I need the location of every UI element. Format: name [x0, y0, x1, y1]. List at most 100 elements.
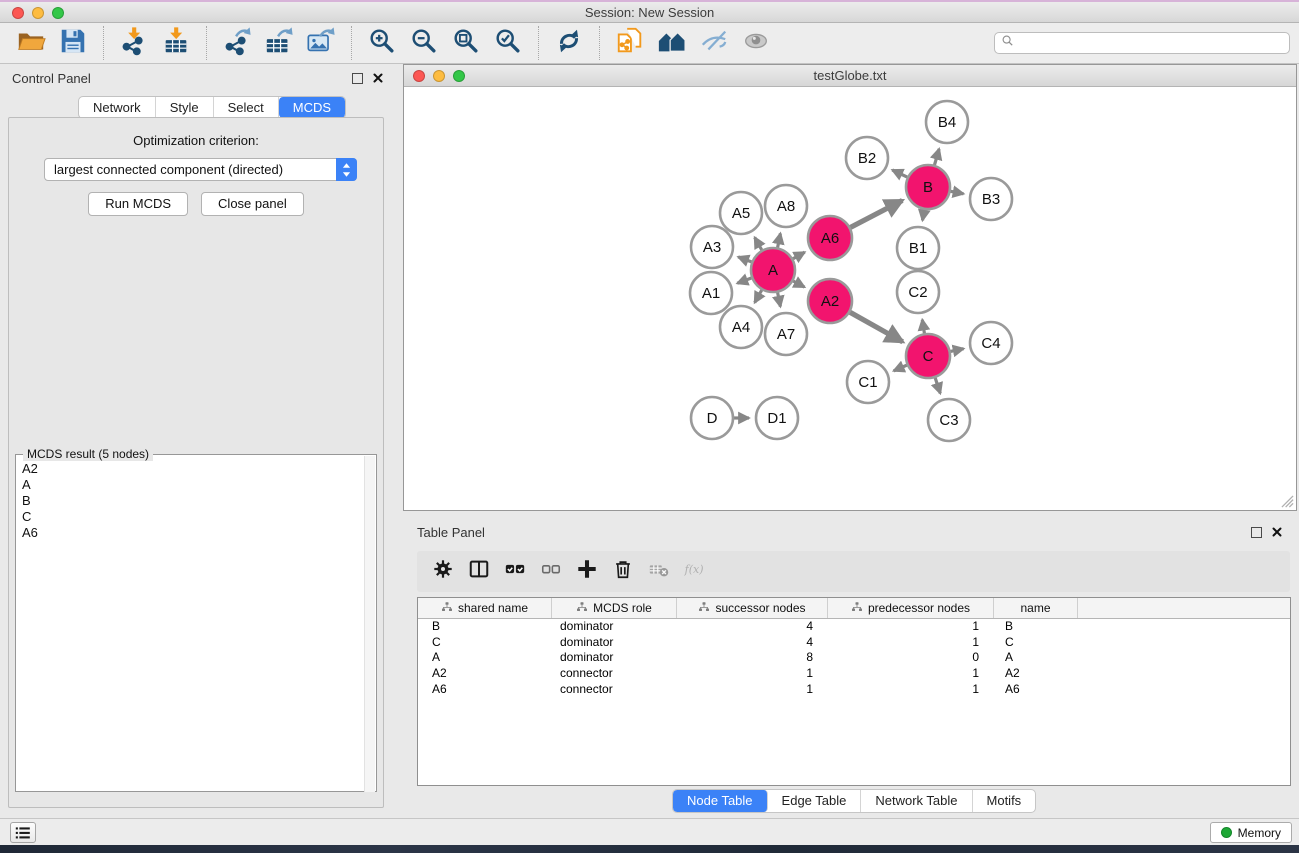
- edge-A6-B[interactable]: [850, 200, 902, 227]
- close-panel-icon[interactable]: [372, 72, 384, 84]
- cell-successor-nodes[interactable]: 4: [677, 635, 828, 651]
- node-B4[interactable]: B4: [926, 101, 968, 143]
- edge-B-B4[interactable]: [935, 149, 940, 165]
- result-item[interactable]: A6: [16, 525, 363, 541]
- run-mcds-button[interactable]: Run MCDS: [88, 192, 188, 216]
- select-all-button[interactable]: [497, 557, 533, 587]
- zoom-window-button[interactable]: [52, 7, 64, 19]
- node-A2[interactable]: A2: [808, 279, 852, 323]
- tab-select[interactable]: Select: [214, 97, 279, 118]
- tab-node-table[interactable]: Node Table: [673, 790, 768, 812]
- result-scrollbar[interactable]: [364, 456, 375, 792]
- criterion-dropdown[interactable]: largest connected component (directed): [44, 158, 357, 181]
- cell-MCDS-role[interactable]: connector: [552, 682, 677, 698]
- result-item[interactable]: C: [16, 509, 363, 525]
- task-history-button[interactable]: [10, 822, 36, 843]
- node-C[interactable]: C: [906, 334, 950, 378]
- node-A[interactable]: A: [751, 248, 795, 292]
- table-row[interactable]: Bdominator41B: [418, 619, 1290, 635]
- table-row[interactable]: Cdominator41C: [418, 635, 1290, 651]
- search-box[interactable]: [994, 32, 1290, 54]
- close-panel-button[interactable]: Close panel: [201, 192, 304, 216]
- column-header-successor-nodes[interactable]: successor nodes: [677, 598, 828, 618]
- network-graph[interactable]: B4B2BB3A8A5A6A3B1AC2A1A2A4A7C4CC1DD1C3: [404, 87, 1296, 510]
- node-B[interactable]: B: [906, 165, 950, 209]
- network-minimize-button[interactable]: [433, 70, 445, 82]
- cell-predecessor-nodes[interactable]: 1: [828, 682, 994, 698]
- edge-A2-C[interactable]: [850, 312, 903, 342]
- tab-motifs[interactable]: Motifs: [973, 790, 1036, 812]
- edge-A-A4[interactable]: [755, 290, 762, 303]
- close-window-button[interactable]: [12, 7, 24, 19]
- edge-B-B2[interactable]: [892, 170, 907, 177]
- cell-predecessor-nodes[interactable]: 1: [828, 619, 994, 635]
- edge-A-A7[interactable]: [778, 293, 781, 307]
- node-C3[interactable]: C3: [928, 399, 970, 441]
- table-row[interactable]: Adominator80A: [418, 650, 1290, 666]
- node-C2[interactable]: C2: [897, 271, 939, 313]
- cell-successor-nodes[interactable]: 1: [677, 682, 828, 698]
- column-header-predecessor-nodes[interactable]: predecessor nodes: [828, 598, 994, 618]
- result-item[interactable]: B: [16, 493, 363, 509]
- edge-A-A8[interactable]: [778, 233, 781, 247]
- delete-button[interactable]: [605, 557, 641, 587]
- cell-shared-name[interactable]: C: [418, 635, 552, 651]
- refresh-button[interactable]: [552, 27, 586, 59]
- column-header-name[interactable]: name: [994, 598, 1078, 618]
- cell-name[interactable]: A6: [994, 682, 1078, 698]
- cell-shared-name[interactable]: A2: [418, 666, 552, 682]
- result-item[interactable]: A: [16, 477, 363, 493]
- cell-successor-nodes[interactable]: 4: [677, 619, 828, 635]
- column-header-shared-name[interactable]: shared name: [418, 598, 552, 618]
- home-network-button[interactable]: [655, 27, 689, 59]
- zoom-fit-button[interactable]: [449, 27, 483, 59]
- tab-edge-table[interactable]: Edge Table: [768, 790, 862, 812]
- zoom-selected-button[interactable]: [491, 27, 525, 59]
- cell-name[interactable]: B: [994, 619, 1078, 635]
- export-table-button[interactable]: [262, 27, 296, 59]
- cell-MCDS-role[interactable]: dominator: [552, 650, 677, 666]
- memory-button[interactable]: Memory: [1210, 822, 1292, 843]
- close-table-panel-icon[interactable]: [1271, 526, 1283, 538]
- zoom-in-button[interactable]: [365, 27, 399, 59]
- node-A6[interactable]: A6: [808, 216, 852, 260]
- result-item[interactable]: A2: [16, 461, 363, 477]
- node-D1[interactable]: D1: [756, 397, 798, 439]
- node-B1[interactable]: B1: [897, 227, 939, 269]
- tab-network-table[interactable]: Network Table: [861, 790, 972, 812]
- node-C1[interactable]: C1: [847, 361, 889, 403]
- cell-shared-name[interactable]: B: [418, 619, 552, 635]
- edge-C-C2[interactable]: [922, 320, 924, 334]
- hide-graphics-button[interactable]: [697, 27, 731, 59]
- cell-MCDS-role[interactable]: dominator: [552, 619, 677, 635]
- edge-B-B3[interactable]: [951, 191, 964, 194]
- node-A1[interactable]: A1: [690, 272, 732, 314]
- cell-shared-name[interactable]: A6: [418, 682, 552, 698]
- table-row[interactable]: A6connector11A6: [418, 682, 1290, 698]
- table-row[interactable]: A2connector11A2: [418, 666, 1290, 682]
- cell-predecessor-nodes[interactable]: 1: [828, 635, 994, 651]
- export-image-button[interactable]: [304, 27, 338, 59]
- zoom-out-button[interactable]: [407, 27, 441, 59]
- edge-C-C1[interactable]: [894, 365, 907, 371]
- cell-successor-nodes[interactable]: 8: [677, 650, 828, 666]
- cell-predecessor-nodes[interactable]: 0: [828, 650, 994, 666]
- edge-A-A2[interactable]: [793, 281, 804, 287]
- tab-mcds[interactable]: MCDS: [279, 97, 345, 118]
- node-B3[interactable]: B3: [970, 178, 1012, 220]
- node-A5[interactable]: A5: [720, 192, 762, 234]
- import-network-button[interactable]: [117, 27, 151, 59]
- node-C4[interactable]: C4: [970, 322, 1012, 364]
- edge-C-C3[interactable]: [935, 378, 940, 394]
- cell-name[interactable]: C: [994, 635, 1078, 651]
- import-table-button[interactable]: [159, 27, 193, 59]
- edge-A-A6[interactable]: [793, 252, 805, 259]
- column-header-MCDS-role[interactable]: MCDS role: [552, 598, 677, 618]
- settings-button[interactable]: [425, 557, 461, 587]
- split-view-button[interactable]: [461, 557, 497, 587]
- float-panel-icon[interactable]: [352, 73, 363, 84]
- cell-MCDS-role[interactable]: connector: [552, 666, 677, 682]
- resize-grip-icon[interactable]: [1281, 495, 1294, 508]
- tab-style[interactable]: Style: [156, 97, 214, 118]
- node-D[interactable]: D: [691, 397, 733, 439]
